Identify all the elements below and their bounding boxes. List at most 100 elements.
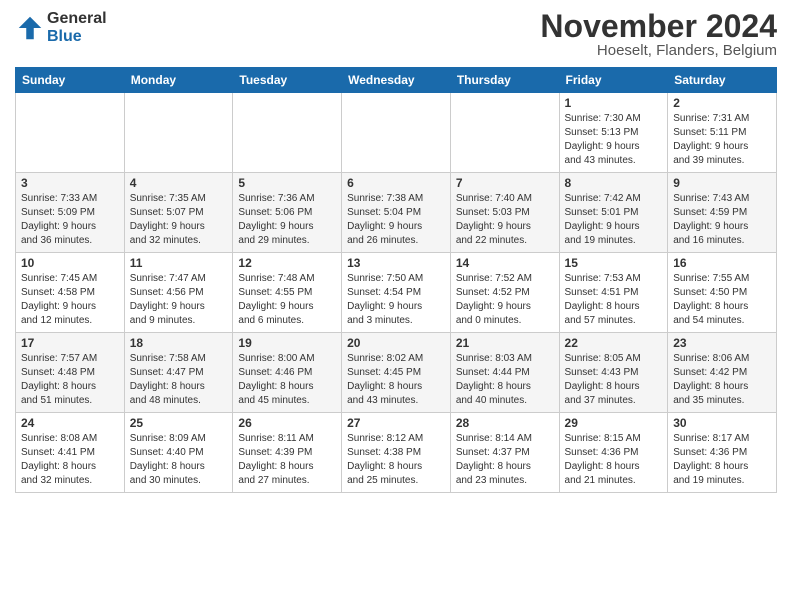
day-info: Sunrise: 7:45 AM Sunset: 4:58 PM Dayligh…: [21, 272, 119, 328]
day-number: 20: [347, 336, 445, 350]
day-number: 11: [130, 256, 228, 270]
day-number: 9: [673, 176, 771, 190]
day-number: 17: [21, 336, 119, 350]
week-row-3: 17Sunrise: 7:57 AM Sunset: 4:48 PM Dayli…: [16, 333, 777, 413]
table-row: 22 Sunrise: 8:05 AM Sunset: 4:43 PM Dayli…: [559, 333, 668, 413]
table-row: 1 Sunrise: 7:30 AM Sunset: 5:13 PM Daylig…: [559, 93, 668, 173]
table-row: 9 Sunrise: 7:43 AM Sunset: 4:59 PM Daylig…: [668, 173, 777, 253]
day-number: 15: [565, 256, 663, 270]
table-row: 18 Sunrise: 7:58 AM Sunset: 4:47 PM Dayli…: [124, 333, 233, 413]
day-number: 22: [565, 336, 663, 350]
day-info: Sunrise: 7:36 AM Sunset: 5:06 PM Dayligh…: [238, 192, 336, 248]
logo-blue: Blue: [47, 28, 107, 46]
table-row: [342, 93, 451, 173]
day-info: Sunrise: 7:30 AM Sunset: 5:13 PM Dayligh…: [565, 112, 663, 168]
header-wednesday: Wednesday: [342, 68, 451, 93]
day-info: Sunrise: 8:11 AM Sunset: 4:39 PM Dayligh…: [238, 432, 336, 488]
day-info: Sunrise: 7:55 AM Sunset: 4:50 PM Dayligh…: [673, 272, 771, 328]
day-number: 26: [238, 416, 336, 430]
header: General Blue November 2024 Hoeselt, Flan…: [15, 10, 777, 59]
day-info: Sunrise: 8:02 AM Sunset: 4:45 PM Dayligh…: [347, 352, 445, 408]
day-info: Sunrise: 8:12 AM Sunset: 4:38 PM Dayligh…: [347, 432, 445, 488]
table-row: [16, 93, 125, 173]
day-info: Sunrise: 8:05 AM Sunset: 4:43 PM Dayligh…: [565, 352, 663, 408]
day-number: 1: [565, 96, 663, 110]
calendar-header-row: Sunday Monday Tuesday Wednesday Thursday…: [16, 68, 777, 93]
day-number: 5: [238, 176, 336, 190]
day-number: 10: [21, 256, 119, 270]
table-row: 21 Sunrise: 8:03 AM Sunset: 4:44 PM Dayli…: [450, 333, 559, 413]
table-row: 15 Sunrise: 7:53 AM Sunset: 4:51 PM Dayli…: [559, 253, 668, 333]
day-number: 29: [565, 416, 663, 430]
header-saturday: Saturday: [668, 68, 777, 93]
table-row: [124, 93, 233, 173]
location: Hoeselt, Flanders, Belgium: [540, 42, 777, 59]
header-thursday: Thursday: [450, 68, 559, 93]
header-sunday: Sunday: [16, 68, 125, 93]
week-row-0: 1 Sunrise: 7:30 AM Sunset: 5:13 PM Daylig…: [16, 93, 777, 173]
day-number: 12: [238, 256, 336, 270]
title-section: November 2024 Hoeselt, Flanders, Belgium: [540, 10, 777, 59]
day-number: 13: [347, 256, 445, 270]
day-number: 16: [673, 256, 771, 270]
table-row: 3 Sunrise: 7:33 AM Sunset: 5:09 PM Daylig…: [16, 173, 125, 253]
day-info: Sunrise: 7:38 AM Sunset: 5:04 PM Dayligh…: [347, 192, 445, 248]
day-info: Sunrise: 8:14 AM Sunset: 4:37 PM Dayligh…: [456, 432, 554, 488]
day-info: Sunrise: 7:43 AM Sunset: 4:59 PM Dayligh…: [673, 192, 771, 248]
table-row: 19Sunrise: 8:00 AM Sunset: 4:46 PM Dayli…: [233, 333, 342, 413]
day-number: 30: [673, 416, 771, 430]
table-row: 17Sunrise: 7:57 AM Sunset: 4:48 PM Dayli…: [16, 333, 125, 413]
day-info: Sunrise: 7:47 AM Sunset: 4:56 PM Dayligh…: [130, 272, 228, 328]
day-number: 25: [130, 416, 228, 430]
day-info: Sunrise: 8:17 AM Sunset: 4:36 PM Dayligh…: [673, 432, 771, 488]
header-friday: Friday: [559, 68, 668, 93]
logo-text: General Blue: [47, 10, 107, 45]
table-row: 13 Sunrise: 7:50 AM Sunset: 4:54 PM Dayli…: [342, 253, 451, 333]
header-monday: Monday: [124, 68, 233, 93]
day-info: Sunrise: 8:09 AM Sunset: 4:40 PM Dayligh…: [130, 432, 228, 488]
day-info: Sunrise: 8:08 AM Sunset: 4:41 PM Dayligh…: [21, 432, 119, 488]
day-info: Sunrise: 7:53 AM Sunset: 4:51 PM Dayligh…: [565, 272, 663, 328]
day-number: 3: [21, 176, 119, 190]
day-info: Sunrise: 7:58 AM Sunset: 4:47 PM Dayligh…: [130, 352, 228, 408]
day-number: 2: [673, 96, 771, 110]
logo-icon: [15, 13, 45, 43]
table-row: 8Sunrise: 7:42 AM Sunset: 5:01 PM Daylig…: [559, 173, 668, 253]
day-info: Sunrise: 7:48 AM Sunset: 4:55 PM Dayligh…: [238, 272, 336, 328]
month-title: November 2024: [540, 10, 777, 42]
header-tuesday: Tuesday: [233, 68, 342, 93]
day-number: 4: [130, 176, 228, 190]
week-row-2: 10 Sunrise: 7:45 AM Sunset: 4:58 PM Dayli…: [16, 253, 777, 333]
day-number: 27: [347, 416, 445, 430]
table-row: 20 Sunrise: 8:02 AM Sunset: 4:45 PM Dayli…: [342, 333, 451, 413]
day-info: Sunrise: 7:52 AM Sunset: 4:52 PM Dayligh…: [456, 272, 554, 328]
table-row: 7Sunrise: 7:40 AM Sunset: 5:03 PM Daylig…: [450, 173, 559, 253]
table-row: 23 Sunrise: 8:06 AM Sunset: 4:42 PM Dayli…: [668, 333, 777, 413]
week-row-4: 24Sunrise: 8:08 AM Sunset: 4:41 PM Dayli…: [16, 413, 777, 493]
table-row: 29 Sunrise: 8:15 AM Sunset: 4:36 PM Dayli…: [559, 413, 668, 493]
day-number: 6: [347, 176, 445, 190]
table-row: 25 Sunrise: 8:09 AM Sunset: 4:40 PM Dayli…: [124, 413, 233, 493]
day-info: Sunrise: 8:15 AM Sunset: 4:36 PM Dayligh…: [565, 432, 663, 488]
day-number: 21: [456, 336, 554, 350]
table-row: 10 Sunrise: 7:45 AM Sunset: 4:58 PM Dayli…: [16, 253, 125, 333]
table-row: 2Sunrise: 7:31 AM Sunset: 5:11 PM Daylig…: [668, 93, 777, 173]
table-row: 27 Sunrise: 8:12 AM Sunset: 4:38 PM Dayli…: [342, 413, 451, 493]
day-info: Sunrise: 8:06 AM Sunset: 4:42 PM Dayligh…: [673, 352, 771, 408]
day-number: 18: [130, 336, 228, 350]
day-info: Sunrise: 7:35 AM Sunset: 5:07 PM Dayligh…: [130, 192, 228, 248]
table-row: 26 Sunrise: 8:11 AM Sunset: 4:39 PM Dayli…: [233, 413, 342, 493]
day-info: Sunrise: 7:50 AM Sunset: 4:54 PM Dayligh…: [347, 272, 445, 328]
day-number: 8: [565, 176, 663, 190]
table-row: 30 Sunrise: 8:17 AM Sunset: 4:36 PM Dayli…: [668, 413, 777, 493]
table-row: 16 Sunrise: 7:55 AM Sunset: 4:50 PM Dayli…: [668, 253, 777, 333]
day-info: Sunrise: 8:00 AM Sunset: 4:46 PM Dayligh…: [238, 352, 336, 408]
day-info: Sunrise: 8:03 AM Sunset: 4:44 PM Dayligh…: [456, 352, 554, 408]
day-number: 23: [673, 336, 771, 350]
day-number: 28: [456, 416, 554, 430]
table-row: [233, 93, 342, 173]
table-row: 14Sunrise: 7:52 AM Sunset: 4:52 PM Dayli…: [450, 253, 559, 333]
page: General Blue November 2024 Hoeselt, Flan…: [0, 0, 792, 612]
day-info: Sunrise: 7:33 AM Sunset: 5:09 PM Dayligh…: [21, 192, 119, 248]
logo: General Blue: [15, 10, 107, 45]
